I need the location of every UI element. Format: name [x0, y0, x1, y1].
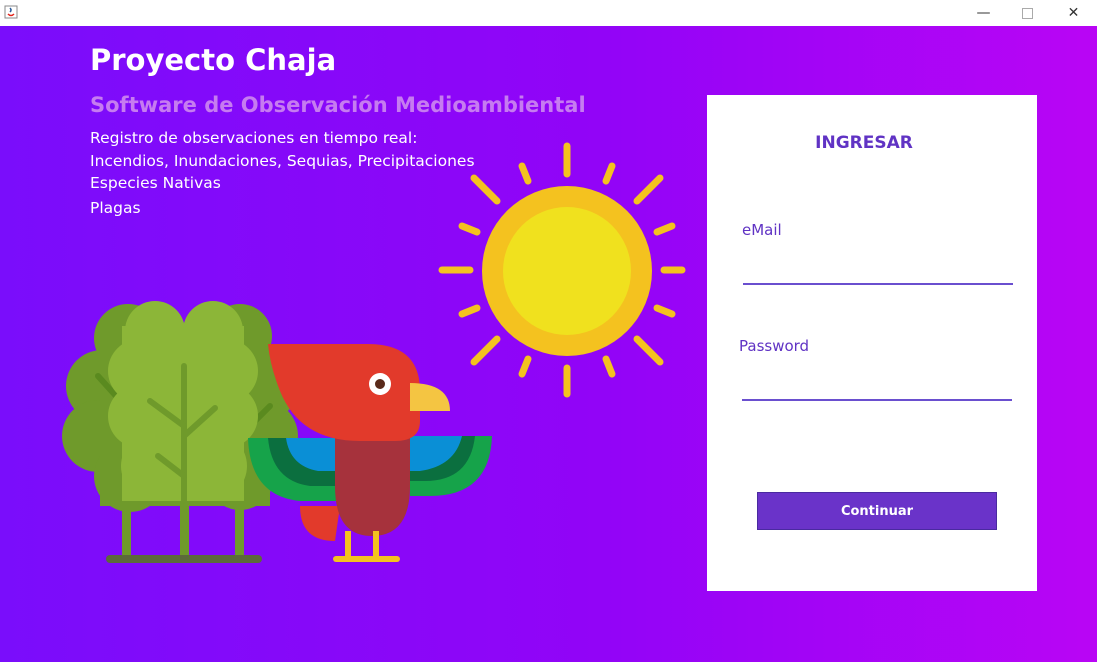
password-field[interactable] — [742, 375, 1012, 401]
login-title: INGRESAR — [815, 133, 913, 153]
nature-illustration — [62, 142, 686, 563]
login-card: INGRESAR eMail Password Continuar — [707, 95, 1037, 591]
minimize-icon[interactable]: — — [961, 0, 1006, 26]
java-icon — [4, 5, 18, 19]
continue-button[interactable]: Continuar — [757, 492, 997, 530]
sun-icon — [438, 142, 686, 398]
email-field[interactable] — [743, 259, 1013, 285]
close-icon[interactable]: ✕ — [1051, 0, 1096, 26]
main-panel: Proyecto Chaja Software de Observación M… — [0, 26, 1097, 662]
window-titlebar: — ✕ — [0, 0, 1097, 27]
password-label: Password — [739, 337, 810, 355]
email-label: eMail — [742, 221, 782, 239]
bird-icon — [248, 344, 492, 562]
maximize-icon[interactable] — [1005, 0, 1050, 26]
